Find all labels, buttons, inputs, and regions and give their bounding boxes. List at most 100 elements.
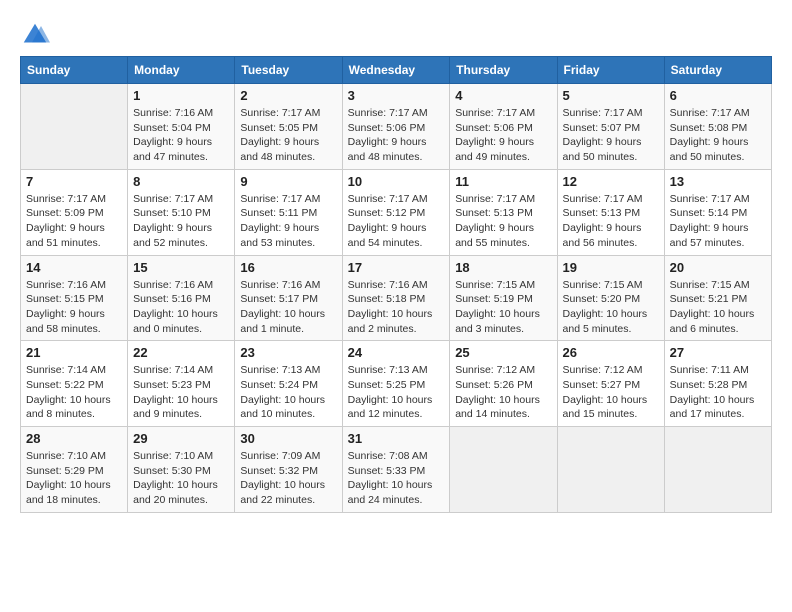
- calendar-week-row: 7 Sunrise: 7:17 AM Sunset: 5:09 PM Daylig…: [21, 169, 772, 255]
- day-info: Sunrise: 7:17 AM Sunset: 5:05 PM Dayligh…: [240, 106, 336, 165]
- day-info: Sunrise: 7:17 AM Sunset: 5:13 PM Dayligh…: [563, 192, 659, 251]
- calendar-week-row: 21Sunrise: 7:14 AM Sunset: 5:22 PM Dayli…: [21, 341, 772, 427]
- day-number: 6: [670, 88, 766, 103]
- day-info: Sunrise: 7:16 AM Sunset: 5:04 PM Dayligh…: [133, 106, 229, 165]
- calendar-cell: 8Sunrise: 7:17 AM Sunset: 5:10 PM Daylig…: [128, 169, 235, 255]
- day-number: 7: [26, 174, 122, 189]
- calendar-cell: 9 Sunrise: 7:17 AM Sunset: 5:11 PM Daylig…: [235, 169, 342, 255]
- day-number: 22: [133, 345, 229, 360]
- weekday-header: Monday: [128, 57, 235, 84]
- day-number: 10: [348, 174, 445, 189]
- day-number: 28: [26, 431, 122, 446]
- day-number: 1: [133, 88, 229, 103]
- day-info: Sunrise: 7:16 AM Sunset: 5:17 PM Dayligh…: [240, 278, 336, 337]
- day-number: 30: [240, 431, 336, 446]
- day-info: Sunrise: 7:16 AM Sunset: 5:16 PM Dayligh…: [133, 278, 229, 337]
- calendar-cell: 7 Sunrise: 7:17 AM Sunset: 5:09 PM Daylig…: [21, 169, 128, 255]
- day-info: Sunrise: 7:17 AM Sunset: 5:06 PM Dayligh…: [455, 106, 551, 165]
- day-number: 29: [133, 431, 229, 446]
- page-header: [20, 20, 772, 50]
- day-number: 24: [348, 345, 445, 360]
- day-info: Sunrise: 7:10 AM Sunset: 5:29 PM Dayligh…: [26, 449, 122, 508]
- calendar-week-row: 14 Sunrise: 7:16 AM Sunset: 5:15 PM Dayli…: [21, 255, 772, 341]
- day-number: 14: [26, 260, 122, 275]
- day-number: 27: [670, 345, 766, 360]
- calendar-cell: 24Sunrise: 7:13 AM Sunset: 5:25 PM Dayli…: [342, 341, 450, 427]
- day-number: 25: [455, 345, 551, 360]
- calendar-cell: 29 Sunrise: 7:10 AM Sunset: 5:30 PM Dayli…: [128, 427, 235, 513]
- calendar-cell: 20 Sunrise: 7:15 AM Sunset: 5:21 PM Dayli…: [664, 255, 771, 341]
- day-number: 19: [563, 260, 659, 275]
- day-number: 31: [348, 431, 445, 446]
- calendar-cell: 26 Sunrise: 7:12 AM Sunset: 5:27 PM Dayli…: [557, 341, 664, 427]
- logo: [20, 20, 54, 50]
- day-info: Sunrise: 7:17 AM Sunset: 5:06 PM Dayligh…: [348, 106, 445, 165]
- weekday-header: Friday: [557, 57, 664, 84]
- calendar-week-row: 1 Sunrise: 7:16 AM Sunset: 5:04 PM Daylig…: [21, 84, 772, 170]
- day-number: 9: [240, 174, 336, 189]
- calendar-cell: 27Sunrise: 7:11 AM Sunset: 5:28 PM Dayli…: [664, 341, 771, 427]
- day-number: 11: [455, 174, 551, 189]
- calendar-cell: 21Sunrise: 7:14 AM Sunset: 5:22 PM Dayli…: [21, 341, 128, 427]
- calendar-cell: 3 Sunrise: 7:17 AM Sunset: 5:06 PM Daylig…: [342, 84, 450, 170]
- calendar-cell: 6 Sunrise: 7:17 AM Sunset: 5:08 PM Daylig…: [664, 84, 771, 170]
- weekday-header: Saturday: [664, 57, 771, 84]
- day-info: Sunrise: 7:15 AM Sunset: 5:20 PM Dayligh…: [563, 278, 659, 337]
- calendar-cell: 18 Sunrise: 7:15 AM Sunset: 5:19 PM Dayli…: [450, 255, 557, 341]
- day-info: Sunrise: 7:17 AM Sunset: 5:13 PM Dayligh…: [455, 192, 551, 251]
- calendar-cell: 28 Sunrise: 7:10 AM Sunset: 5:29 PM Dayli…: [21, 427, 128, 513]
- weekday-header: Sunday: [21, 57, 128, 84]
- day-number: 18: [455, 260, 551, 275]
- day-info: Sunrise: 7:15 AM Sunset: 5:21 PM Dayligh…: [670, 278, 766, 337]
- calendar-cell: 2 Sunrise: 7:17 AM Sunset: 5:05 PM Daylig…: [235, 84, 342, 170]
- calendar-cell: 10 Sunrise: 7:17 AM Sunset: 5:12 PM Dayli…: [342, 169, 450, 255]
- day-info: Sunrise: 7:14 AM Sunset: 5:22 PM Dayligh…: [26, 363, 122, 422]
- calendar-cell: 12 Sunrise: 7:17 AM Sunset: 5:13 PM Dayli…: [557, 169, 664, 255]
- day-info: Sunrise: 7:08 AM Sunset: 5:33 PM Dayligh…: [348, 449, 445, 508]
- weekday-header: Tuesday: [235, 57, 342, 84]
- day-number: 13: [670, 174, 766, 189]
- day-number: 3: [348, 88, 445, 103]
- day-info: Sunrise: 7:17 AM Sunset: 5:09 PM Dayligh…: [26, 192, 122, 251]
- day-number: 20: [670, 260, 766, 275]
- day-number: 4: [455, 88, 551, 103]
- day-info: Sunrise: 7:15 AM Sunset: 5:19 PM Dayligh…: [455, 278, 551, 337]
- weekday-header-row: SundayMondayTuesdayWednesdayThursdayFrid…: [21, 57, 772, 84]
- logo-icon: [20, 20, 50, 50]
- day-info: Sunrise: 7:12 AM Sunset: 5:27 PM Dayligh…: [563, 363, 659, 422]
- calendar-cell: [557, 427, 664, 513]
- day-info: Sunrise: 7:14 AM Sunset: 5:23 PM Dayligh…: [133, 363, 229, 422]
- day-number: 15: [133, 260, 229, 275]
- day-info: Sunrise: 7:17 AM Sunset: 5:08 PM Dayligh…: [670, 106, 766, 165]
- calendar-cell: [664, 427, 771, 513]
- day-info: Sunrise: 7:17 AM Sunset: 5:12 PM Dayligh…: [348, 192, 445, 251]
- day-number: 12: [563, 174, 659, 189]
- day-number: 23: [240, 345, 336, 360]
- calendar-cell: 15 Sunrise: 7:16 AM Sunset: 5:16 PM Dayli…: [128, 255, 235, 341]
- calendar-cell: 11 Sunrise: 7:17 AM Sunset: 5:13 PM Dayli…: [450, 169, 557, 255]
- day-number: 17: [348, 260, 445, 275]
- weekday-header: Thursday: [450, 57, 557, 84]
- day-info: Sunrise: 7:10 AM Sunset: 5:30 PM Dayligh…: [133, 449, 229, 508]
- day-info: Sunrise: 7:17 AM Sunset: 5:11 PM Dayligh…: [240, 192, 336, 251]
- calendar-cell: 25 Sunrise: 7:12 AM Sunset: 5:26 PM Dayli…: [450, 341, 557, 427]
- calendar-cell: 30 Sunrise: 7:09 AM Sunset: 5:32 PM Dayli…: [235, 427, 342, 513]
- calendar-cell: 16Sunrise: 7:16 AM Sunset: 5:17 PM Dayli…: [235, 255, 342, 341]
- calendar-cell: 14 Sunrise: 7:16 AM Sunset: 5:15 PM Dayli…: [21, 255, 128, 341]
- calendar-cell: 4 Sunrise: 7:17 AM Sunset: 5:06 PM Daylig…: [450, 84, 557, 170]
- day-info: Sunrise: 7:12 AM Sunset: 5:26 PM Dayligh…: [455, 363, 551, 422]
- calendar-cell: [450, 427, 557, 513]
- day-number: 26: [563, 345, 659, 360]
- day-info: Sunrise: 7:09 AM Sunset: 5:32 PM Dayligh…: [240, 449, 336, 508]
- day-info: Sunrise: 7:13 AM Sunset: 5:24 PM Dayligh…: [240, 363, 336, 422]
- weekday-header: Wednesday: [342, 57, 450, 84]
- day-info: Sunrise: 7:16 AM Sunset: 5:15 PM Dayligh…: [26, 278, 122, 337]
- day-info: Sunrise: 7:17 AM Sunset: 5:07 PM Dayligh…: [563, 106, 659, 165]
- calendar-table: SundayMondayTuesdayWednesdayThursdayFrid…: [20, 56, 772, 513]
- calendar-cell: 5 Sunrise: 7:17 AM Sunset: 5:07 PM Daylig…: [557, 84, 664, 170]
- day-number: 2: [240, 88, 336, 103]
- calendar-cell: 17Sunrise: 7:16 AM Sunset: 5:18 PM Dayli…: [342, 255, 450, 341]
- calendar-week-row: 28 Sunrise: 7:10 AM Sunset: 5:29 PM Dayli…: [21, 427, 772, 513]
- day-number: 8: [133, 174, 229, 189]
- day-number: 5: [563, 88, 659, 103]
